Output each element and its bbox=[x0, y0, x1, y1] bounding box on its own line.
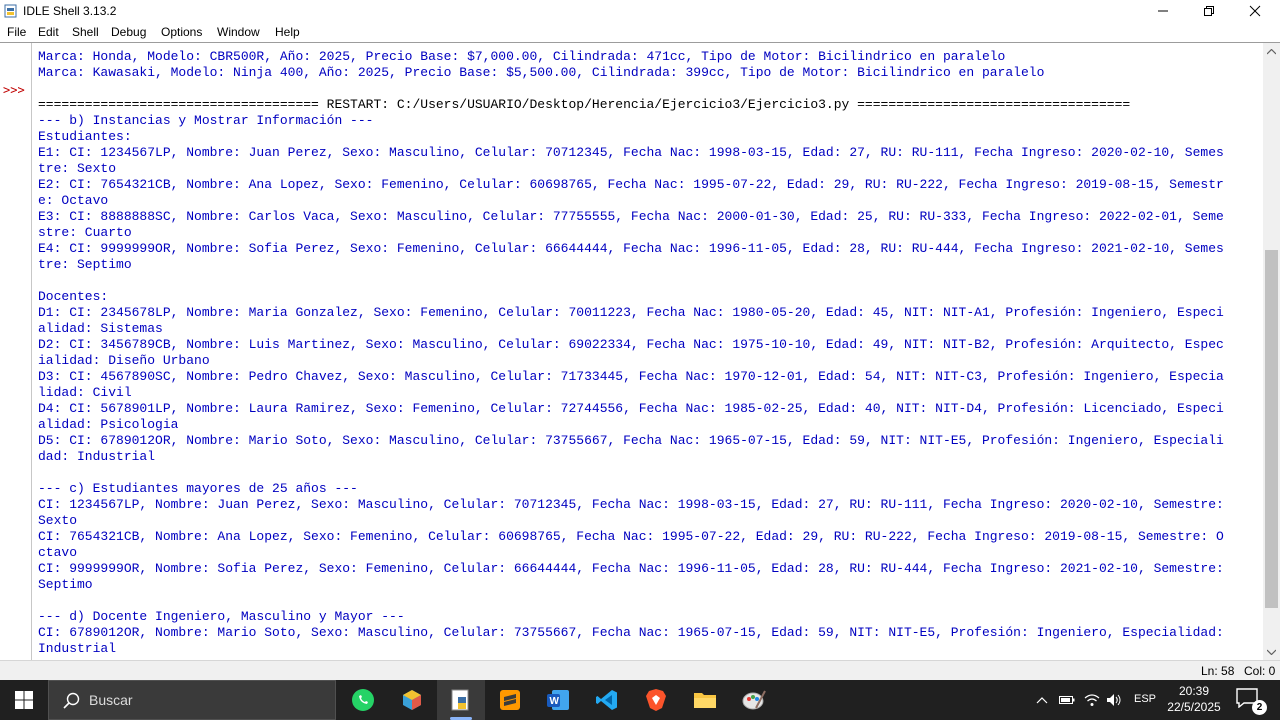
brave-icon bbox=[646, 689, 666, 711]
taskbar-word[interactable]: W bbox=[534, 680, 582, 720]
shell-output-line: Marca: Honda, Modelo: CBR500R, Año: 2025… bbox=[38, 49, 1006, 64]
prompt-sidebar: >>> bbox=[0, 43, 32, 660]
shell-output-line: CI: 6789012OR, Nombre: Mario Soto, Sexo:… bbox=[38, 625, 1224, 640]
shell-output-line: CI: 9999999OR, Nombre: Sofia Perez, Sexo… bbox=[38, 561, 1224, 576]
shell-output-line: D3: CI: 4567890SC, Nombre: Pedro Chavez,… bbox=[38, 369, 1224, 384]
shell-output-line: ctavo bbox=[38, 545, 78, 560]
shell-output-line: D1: CI: 2345678LP, Nombre: Maria Gonzale… bbox=[38, 305, 1224, 320]
shell-output-line: lidad: Civil bbox=[38, 385, 132, 400]
shell-output-line: D4: CI: 5678901LP, Nombre: Laura Ramirez… bbox=[38, 401, 1224, 416]
taskbar-paint[interactable] bbox=[730, 680, 778, 720]
shell-output-line: Industrial bbox=[38, 641, 117, 656]
taskbar-3d-app[interactable] bbox=[388, 680, 436, 720]
file-explorer-icon bbox=[694, 693, 716, 708]
shell-output-line: dad: Industrial bbox=[38, 449, 156, 464]
shell-output-line: ialidad: Diseño Urbano bbox=[38, 353, 210, 368]
notification-badge: 2 bbox=[1252, 700, 1267, 715]
taskbar-brave[interactable] bbox=[632, 680, 680, 720]
shell-output-line: Estudiantes: bbox=[38, 129, 132, 144]
input-language[interactable]: ESP bbox=[1134, 693, 1156, 705]
windows-logo-icon bbox=[15, 691, 33, 709]
shell-output-line: D5: CI: 6789012OR, Nombre: Mario Soto, S… bbox=[38, 433, 1224, 448]
svg-text:W: W bbox=[550, 696, 560, 707]
idle-python-icon bbox=[451, 689, 469, 711]
taskbar: Buscar W ESP 20:39 22/5/2025 2 bbox=[0, 680, 1280, 720]
start-button[interactable] bbox=[0, 680, 48, 720]
shell-output-line: ==================================== RES… bbox=[38, 97, 1131, 112]
window-title: IDLE Shell 3.13.2 bbox=[23, 4, 117, 18]
paint-app-icon bbox=[742, 690, 766, 710]
scroll-thumb[interactable] bbox=[1265, 250, 1278, 608]
minimize-button[interactable] bbox=[1140, 0, 1186, 22]
shell-output-line: E4: CI: 9999999OR, Nombre: Sofia Perez, … bbox=[38, 241, 1224, 256]
shell-output-line: stre: Cuarto bbox=[38, 225, 132, 240]
shell-output-line: E1: CI: 1234567LP, Nombre: Juan Perez, S… bbox=[38, 145, 1224, 160]
vscode-icon bbox=[596, 690, 617, 710]
taskbar-vscode[interactable] bbox=[583, 680, 631, 720]
clock-time[interactable]: 20:39 bbox=[1166, 684, 1222, 698]
word-icon: W bbox=[547, 690, 569, 710]
whatsapp-icon bbox=[352, 689, 374, 711]
scroll-up-arrow-icon[interactable] bbox=[1263, 43, 1280, 60]
3d-box-app-icon bbox=[403, 690, 421, 710]
shell-output-line: E3: CI: 8888888SC, Nombre: Carlos Vaca, … bbox=[38, 209, 1224, 224]
shell-output-line: Septimo bbox=[38, 577, 93, 592]
shell-output-line: alidad: Psicologia bbox=[38, 417, 179, 432]
close-button[interactable] bbox=[1232, 0, 1278, 22]
taskbar-search[interactable]: Buscar bbox=[48, 680, 336, 720]
shell-output-line: E2: CI: 7654321CB, Nombre: Ana Lopez, Se… bbox=[38, 177, 1224, 192]
column-number: Col: 0 bbox=[1244, 664, 1276, 678]
shell-output-line: tre: Sexto bbox=[38, 161, 117, 176]
shell-output-line: Marca: Kawasaki, Modelo: Ninja 400, Año:… bbox=[38, 65, 1045, 80]
shell-output-line: tre: Septimo bbox=[38, 257, 132, 272]
shell-output-line: --- b) Instancias y Mostrar Información … bbox=[38, 113, 374, 128]
shell-output-line: e: Octavo bbox=[38, 193, 109, 208]
search-icon bbox=[63, 692, 80, 714]
menu-file[interactable]: File bbox=[7, 25, 26, 39]
sublime-text-icon bbox=[500, 690, 520, 710]
taskbar-whatsapp[interactable] bbox=[339, 680, 387, 720]
shell-output-line: Sexto bbox=[38, 513, 78, 528]
taskbar-explorer[interactable] bbox=[681, 680, 729, 720]
menu-debug[interactable]: Debug bbox=[111, 25, 146, 39]
menu-options[interactable]: Options bbox=[161, 25, 202, 39]
shell-prompt: >>> bbox=[3, 83, 25, 97]
title-bar: IDLE Shell 3.13.2 bbox=[0, 0, 1280, 22]
volume-icon[interactable] bbox=[1106, 692, 1122, 708]
shell-output-line: CI: 7654321CB, Nombre: Ana Lopez, Sexo: … bbox=[38, 529, 1224, 544]
shell-output-line: --- c) Estudiantes mayores de 25 años --… bbox=[38, 481, 358, 496]
taskbar-idle[interactable] bbox=[437, 680, 485, 720]
taskbar-sublime[interactable] bbox=[486, 680, 534, 720]
menu-help[interactable]: Help bbox=[275, 25, 300, 39]
battery-icon[interactable] bbox=[1059, 692, 1075, 708]
status-bar: Ln: 58 Col: 0 bbox=[0, 660, 1280, 680]
wifi-icon[interactable] bbox=[1084, 692, 1100, 708]
shell-output[interactable]: Marca: Honda, Modelo: CBR500R, Año: 2025… bbox=[38, 43, 1260, 660]
shell-output-line: alidad: Sistemas bbox=[38, 321, 163, 336]
scroll-down-arrow-icon[interactable] bbox=[1263, 643, 1280, 660]
shell-output-line: CI: 1234567LP, Nombre: Juan Perez, Sexo:… bbox=[38, 497, 1224, 512]
shell-output-line: Docentes: bbox=[38, 289, 109, 304]
python-idle-icon bbox=[4, 4, 18, 18]
chevron-up-icon[interactable] bbox=[1034, 692, 1050, 708]
line-number: Ln: 58 bbox=[1201, 664, 1235, 678]
menu-edit[interactable]: Edit bbox=[38, 25, 59, 39]
shell-output-line: --- d) Docente Ingeniero, Masculino y Ma… bbox=[38, 609, 405, 624]
menu-bar: File Edit Shell Debug Options Window Hel… bbox=[0, 22, 1280, 42]
restore-button[interactable] bbox=[1186, 0, 1232, 22]
shell-output-line: D2: CI: 3456789CB, Nombre: Luis Martinez… bbox=[38, 337, 1224, 352]
menu-window[interactable]: Window bbox=[217, 25, 260, 39]
clock-date[interactable]: 22/5/2025 bbox=[1166, 700, 1222, 714]
search-placeholder: Buscar bbox=[89, 692, 133, 708]
vertical-scrollbar[interactable] bbox=[1263, 43, 1280, 660]
menu-shell[interactable]: Shell bbox=[72, 25, 99, 39]
